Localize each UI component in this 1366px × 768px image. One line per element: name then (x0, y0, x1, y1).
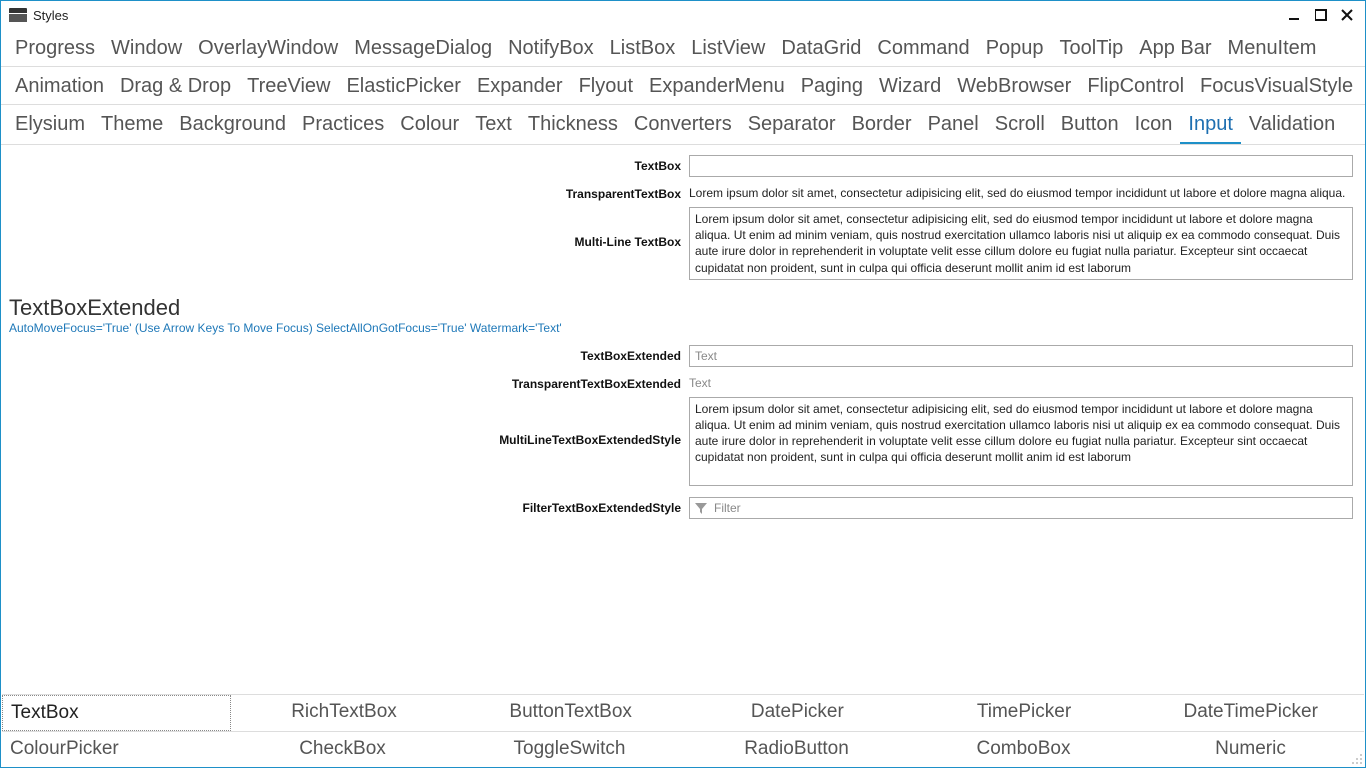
tab-elasticpicker[interactable]: ElasticPicker (338, 71, 468, 104)
tab-scroll[interactable]: Scroll (987, 109, 1053, 144)
bottom-tab-textbox[interactable]: TextBox (2, 695, 231, 731)
textbox-input[interactable] (689, 155, 1353, 177)
tab-wizard[interactable]: Wizard (871, 71, 949, 104)
tab-focusvisualstyle[interactable]: FocusVisualStyle (1192, 71, 1361, 104)
textbox-extended-input[interactable] (689, 345, 1353, 367)
row-multiline-textbox-extended: MultiLineTextBoxExtendedStyle (9, 397, 1357, 491)
tab-thickness[interactable]: Thickness (520, 109, 626, 144)
tab-webbrowser[interactable]: WebBrowser (949, 71, 1079, 104)
top-tabs-row-1: ProgressWindowOverlayWindowMessageDialog… (1, 29, 1365, 67)
bottom-tab-timepicker[interactable]: TimePicker (911, 695, 1138, 731)
multiline-textbox-input[interactable] (689, 207, 1353, 280)
bottom-tabs-row-2: ColourPickerCheckBoxToggleSwitchRadioBut… (2, 731, 1364, 766)
tab-validation[interactable]: Validation (1241, 109, 1343, 144)
tab-notifybox[interactable]: NotifyBox (500, 33, 602, 66)
tab-text[interactable]: Text (467, 109, 520, 144)
section-title-textboxextended: TextBoxExtended (9, 295, 1357, 321)
bottom-tab-datepicker[interactable]: DatePicker (684, 695, 911, 731)
tab-app-bar[interactable]: App Bar (1131, 33, 1219, 66)
tab-progress[interactable]: Progress (7, 33, 103, 66)
tab-tooltip[interactable]: ToolTip (1052, 33, 1132, 66)
tab-overlaywindow[interactable]: OverlayWindow (190, 33, 346, 66)
tab-listbox[interactable]: ListBox (602, 33, 684, 66)
close-button[interactable] (1341, 9, 1353, 21)
tab-background[interactable]: Background (171, 109, 294, 144)
row-textbox: TextBox (9, 155, 1357, 177)
app-icon (9, 8, 27, 22)
transparent-textbox-extended-value[interactable]: Text (689, 373, 1353, 390)
bottom-tabs: TextBoxRichTextBoxButtonTextBoxDatePicke… (2, 694, 1364, 766)
tab-converters[interactable]: Converters (626, 109, 740, 144)
tab-expandermenu[interactable]: ExpanderMenu (641, 71, 793, 104)
bottom-tab-colourpicker[interactable]: ColourPicker (2, 732, 229, 766)
tab-separator[interactable]: Separator (740, 109, 844, 144)
bottom-tab-buttontextbox[interactable]: ButtonTextBox (457, 695, 684, 731)
tab-icon[interactable]: Icon (1127, 109, 1181, 144)
multiline-textbox-extended-input[interactable] (689, 397, 1353, 486)
top-tabs-row-2: AnimationDrag & DropTreeViewElasticPicke… (1, 67, 1365, 105)
tab-theme[interactable]: Theme (93, 109, 171, 144)
tab-flipcontrol[interactable]: FlipControl (1079, 71, 1192, 104)
bottom-tab-checkbox[interactable]: CheckBox (229, 732, 456, 766)
maximize-button[interactable] (1315, 9, 1327, 21)
label-textbox-extended: TextBoxExtended (9, 345, 689, 363)
tab-window[interactable]: Window (103, 33, 190, 66)
row-transparent-textbox-extended: TransparentTextBoxExtended Text (9, 373, 1357, 391)
filter-icon (694, 501, 708, 515)
label-filter-textbox-extended: FilterTextBoxExtendedStyle (9, 497, 689, 515)
tab-command[interactable]: Command (869, 33, 977, 66)
tab-practices[interactable]: Practices (294, 109, 392, 144)
tab-button[interactable]: Button (1053, 109, 1127, 144)
row-transparent-textbox: TransparentTextBox Lorem ipsum dolor sit… (9, 183, 1357, 201)
window-title: Styles (33, 8, 68, 23)
tab-panel[interactable]: Panel (920, 109, 987, 144)
tab-popup[interactable]: Popup (978, 33, 1052, 66)
label-textbox: TextBox (9, 155, 689, 173)
tab-flyout[interactable]: Flyout (571, 71, 641, 104)
minimize-button[interactable] (1289, 9, 1301, 21)
bottom-tab-radiobutton[interactable]: RadioButton (683, 732, 910, 766)
tab-input[interactable]: Input (1180, 109, 1240, 144)
bottom-tabs-row-1: TextBoxRichTextBoxButtonTextBoxDatePicke… (2, 694, 1364, 731)
bottom-tab-toggleswitch[interactable]: ToggleSwitch (456, 732, 683, 766)
content-area: TextBox TransparentTextBox Lorem ipsum d… (1, 145, 1365, 529)
label-multiline-textbox-extended: MultiLineTextBoxExtendedStyle (9, 397, 689, 447)
tab-menuitem[interactable]: MenuItem (1220, 33, 1325, 66)
label-transparent-textbox: TransparentTextBox (9, 183, 689, 201)
tab-colour[interactable]: Colour (392, 109, 467, 144)
row-filter-textbox-extended: FilterTextBoxExtendedStyle (9, 497, 1357, 519)
tab-animation[interactable]: Animation (7, 71, 112, 104)
label-multiline-textbox: Multi-Line TextBox (9, 207, 689, 249)
bottom-tab-datetimepicker[interactable]: DateTimePicker (1137, 695, 1364, 731)
tab-treeview[interactable]: TreeView (239, 71, 338, 104)
tab-drag-drop[interactable]: Drag & Drop (112, 71, 239, 104)
tab-datagrid[interactable]: DataGrid (773, 33, 869, 66)
tab-expander[interactable]: Expander (469, 71, 571, 104)
title-bar: Styles (1, 1, 1365, 29)
tab-paging[interactable]: Paging (793, 71, 871, 104)
tab-messagedialog[interactable]: MessageDialog (346, 33, 500, 66)
window-controls (1289, 9, 1361, 21)
row-textbox-extended: TextBoxExtended (9, 345, 1357, 367)
transparent-textbox-value[interactable]: Lorem ipsum dolor sit amet, consectetur … (689, 183, 1353, 200)
row-multiline-textbox: Multi-Line TextBox (9, 207, 1357, 285)
section-subtitle-textboxextended: AutoMoveFocus='True' (Use Arrow Keys To … (9, 321, 1357, 335)
filter-textbox-extended-input[interactable] (689, 497, 1353, 519)
tab-border[interactable]: Border (844, 109, 920, 144)
resize-grip[interactable] (1351, 753, 1363, 765)
bottom-tab-combobox[interactable]: ComboBox (910, 732, 1137, 766)
top-tabs-row-3: ElysiumThemeBackgroundPracticesColourTex… (1, 105, 1365, 145)
tab-listview[interactable]: ListView (683, 33, 773, 66)
label-transparent-textbox-extended: TransparentTextBoxExtended (9, 373, 689, 391)
bottom-tab-numeric[interactable]: Numeric (1137, 732, 1364, 766)
tab-elysium[interactable]: Elysium (7, 109, 93, 144)
bottom-tab-richtextbox[interactable]: RichTextBox (231, 695, 458, 731)
